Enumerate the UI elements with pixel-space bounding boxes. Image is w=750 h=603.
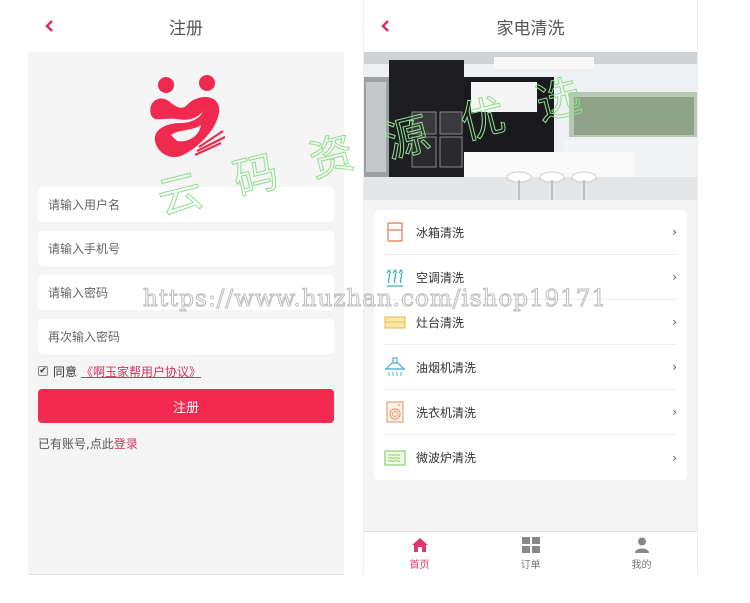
list-item-air-conditioner[interactable]: 空调清洗 › [384, 255, 677, 300]
tab-home[interactable]: 首页 [364, 532, 475, 575]
range-hood-icon [384, 356, 406, 378]
chevron-left-icon [381, 20, 389, 32]
password-input[interactable] [48, 285, 334, 300]
agree-label: 同意 [53, 364, 78, 379]
tab-label: 订单 [520, 560, 541, 571]
login-prompt: 已有账号,点此登录 [38, 435, 334, 452]
list-item-fridge[interactable]: 冰箱清洗 › [384, 210, 677, 255]
chevron-right-icon: › [672, 405, 677, 419]
microwave-icon [384, 447, 406, 469]
user-icon [634, 536, 650, 554]
tab-label: 我的 [631, 560, 652, 571]
list-item-range-hood[interactable]: 油烟机清洗 › [384, 345, 677, 390]
have-account-text: 已有账号,点此 [38, 437, 114, 451]
grid-icon [521, 536, 540, 554]
login-link[interactable]: 登录 [114, 437, 138, 451]
tab-label: 首页 [409, 560, 430, 571]
password-field[interactable] [38, 275, 334, 310]
register-button[interactable]: 注册 [38, 389, 334, 423]
chevron-right-icon: › [672, 360, 677, 374]
kitchen-banner-image [364, 52, 697, 200]
service-list: 冰箱清洗 › 空调清洗 › 灶台清洗 › 油烟机清洗 › 洗衣机清洗 › 微波炉… [374, 210, 687, 480]
back-button[interactable] [44, 16, 64, 36]
list-item-label: 冰箱清洗 [416, 225, 465, 240]
service-screen: 家电清洗 冰箱清洗 › 空调清洗 › 灶台清洗 › 油烟机清洗 › 洗衣机清洗 … [363, 0, 698, 575]
washing-machine-icon [384, 401, 406, 423]
agreement-row: ✔ 同意 《啊玉家帮用户协议》 [38, 363, 334, 379]
chevron-left-icon [45, 20, 53, 32]
agree-checkbox[interactable]: ✔ [38, 366, 48, 376]
page-title: 家电清洗 [496, 18, 565, 39]
list-item-label: 油烟机清洗 [416, 360, 477, 375]
chevron-right-icon: › [672, 450, 677, 465]
confirm-password-input[interactable] [48, 329, 334, 344]
username-input[interactable] [48, 197, 334, 212]
chevron-right-icon: › [672, 270, 677, 284]
list-item-stove[interactable]: 灶台清洗 › [384, 300, 677, 345]
page-title: 注册 [169, 18, 203, 39]
register-screen: 注册 ✔ 同意 《啊玉家帮用户协议》 注册 已有账号,点此登录 [28, 0, 344, 575]
tab-profile[interactable]: 我的 [586, 532, 697, 575]
register-nav-bar: 注册 [28, 0, 344, 52]
list-item-label: 洗衣机清洗 [416, 405, 477, 420]
bottom-tab-bar: 首页 订单 我的 [364, 531, 697, 575]
phone-input[interactable] [48, 241, 334, 256]
service-nav-bar: 家电清洗 [364, 0, 697, 52]
tab-orders[interactable]: 订单 [475, 532, 586, 575]
chevron-right-icon: › [672, 225, 677, 239]
username-field[interactable] [38, 187, 334, 222]
agreement-link[interactable]: 《啊玉家帮用户协议》 [81, 363, 201, 380]
list-item-label: 灶台清洗 [416, 315, 465, 330]
phone-field[interactable] [38, 231, 334, 266]
back-button[interactable] [380, 16, 400, 36]
confirm-password-field[interactable] [38, 319, 334, 354]
fridge-icon [384, 221, 406, 243]
list-item-microwave[interactable]: 微波炉清洗 › [384, 435, 677, 480]
list-item-label: 空调清洗 [416, 270, 465, 285]
logo [28, 52, 344, 187]
list-item-label: 微波炉清洗 [416, 451, 477, 465]
stove-icon [384, 311, 406, 333]
air-conditioner-icon [384, 266, 406, 288]
chevron-right-icon: › [672, 315, 677, 329]
home-icon [411, 536, 429, 554]
list-item-washing-machine[interactable]: 洗衣机清洗 › [384, 390, 677, 435]
kitchen-photo-icon [364, 52, 697, 200]
heart-hands-logo-icon [150, 74, 226, 157]
